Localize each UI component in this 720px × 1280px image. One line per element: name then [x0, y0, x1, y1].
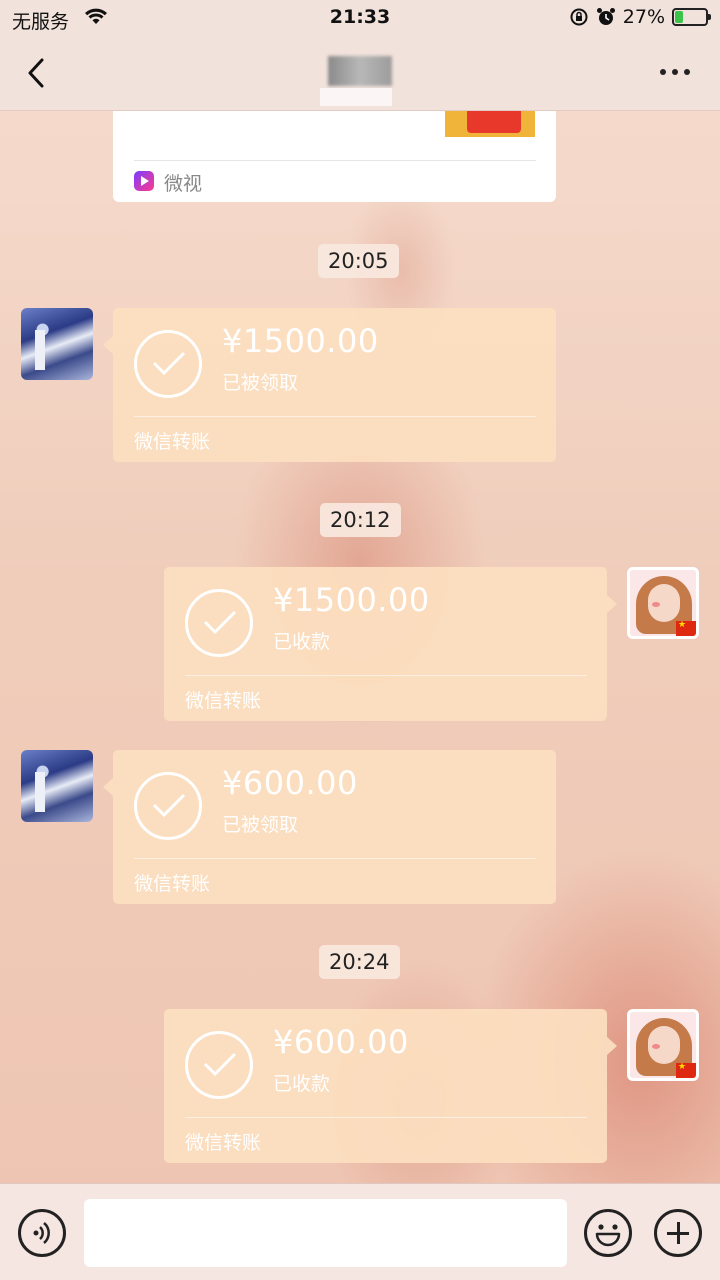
- transfer-bubble[interactable]: ¥1500.00 已收款 微信转账: [164, 567, 617, 721]
- transfer-status: 已被领取: [222, 372, 299, 394]
- transfer-status: 已被领取: [222, 814, 299, 836]
- transfer-label: 微信转账: [185, 1132, 262, 1154]
- contact-avatar[interactable]: [21, 308, 93, 380]
- more-dots-icon[interactable]: [660, 69, 690, 75]
- message-input[interactable]: [84, 1199, 567, 1267]
- transfer-amount: ¥600.00: [222, 764, 358, 802]
- check-icon: [185, 1031, 253, 1099]
- chat-header: [0, 36, 720, 111]
- transfer-status: 已收款: [273, 1073, 331, 1095]
- my-avatar[interactable]: [627, 567, 699, 639]
- transfer-bubble[interactable]: ¥600.00 已被领取 微信转账: [103, 750, 556, 904]
- battery-percent: 27%: [622, 6, 665, 28]
- my-avatar[interactable]: [627, 1009, 699, 1081]
- divider: [134, 858, 536, 859]
- shared-link-card[interactable]: 微视: [113, 111, 556, 202]
- contact-avatar[interactable]: [21, 750, 93, 822]
- divider: [185, 1117, 587, 1118]
- weishi-app-icon: [134, 171, 154, 191]
- check-icon: [134, 330, 202, 398]
- link-source-app: 微视: [164, 173, 203, 195]
- transfer-amount: ¥1500.00: [222, 322, 379, 360]
- alarm-icon: [596, 8, 615, 25]
- plus-icon[interactable]: [654, 1209, 702, 1257]
- divider: [134, 160, 536, 161]
- blurred-contact-name: [328, 56, 392, 86]
- transfer-amount: ¥600.00: [273, 1023, 409, 1061]
- transfer-bubble[interactable]: ¥600.00 已收款 微信转账: [164, 1009, 617, 1163]
- transfer-label: 微信转账: [185, 690, 262, 712]
- china-flag-icon: [676, 620, 696, 636]
- message-timestamp: 20:05: [318, 244, 399, 278]
- emoji-icon[interactable]: [584, 1209, 632, 1257]
- rotation-lock-icon: [570, 8, 588, 26]
- transfer-status: 已收款: [273, 631, 331, 653]
- china-flag-icon: [676, 1062, 696, 1078]
- message-timestamp: 20:12: [320, 503, 401, 537]
- transfer-bubble[interactable]: ¥1500.00 已被领取 微信转账: [103, 308, 556, 462]
- link-thumbnail: [445, 111, 535, 137]
- status-bar: 无服务 21:33 27%: [0, 0, 720, 36]
- transfer-label: 微信转账: [134, 873, 211, 895]
- voice-icon[interactable]: [18, 1209, 66, 1257]
- check-icon: [134, 772, 202, 840]
- message-timestamp: 20:24: [319, 945, 400, 979]
- chevron-left-icon[interactable]: [22, 56, 52, 90]
- transfer-amount: ¥1500.00: [273, 581, 430, 619]
- input-bar: [0, 1183, 720, 1280]
- check-icon: [185, 589, 253, 657]
- blurred-contact-name-strip: [320, 88, 392, 106]
- transfer-label: 微信转账: [134, 431, 211, 453]
- divider: [134, 416, 536, 417]
- battery-charging-icon: [672, 8, 711, 26]
- battery-level-fill: [675, 11, 683, 23]
- divider: [185, 675, 587, 676]
